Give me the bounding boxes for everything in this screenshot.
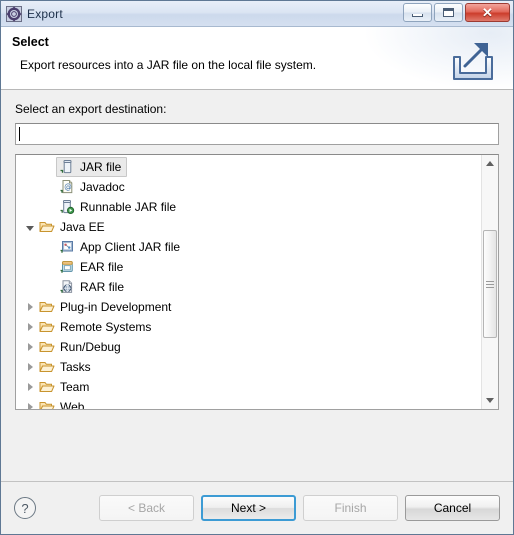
close-button[interactable]: ✕ xyxy=(465,3,510,22)
tree-row-content[interactable]: @ Javadoc xyxy=(56,177,131,197)
window-title: Export xyxy=(27,6,63,21)
tree-row-content[interactable]: Run/Debug xyxy=(36,337,127,357)
tree-row-content[interactable]: Web xyxy=(36,397,90,409)
tree-row[interactable]: EAR file xyxy=(16,257,481,277)
svg-text:@: @ xyxy=(64,182,72,191)
tree-row-label: JAR file xyxy=(80,160,122,174)
export-banner-icon xyxy=(447,35,499,83)
export-destination-filter[interactable] xyxy=(15,123,499,145)
tree-row-label: Plug-in Development xyxy=(60,300,172,314)
wizard-footer: ? < Back Next > Finish Cancel xyxy=(1,481,513,534)
jar-file-icon xyxy=(59,159,75,175)
tree-row-content[interactable]: Remote Systems xyxy=(36,317,157,337)
tree-row-label: App Client JAR file xyxy=(80,240,181,254)
tree-row[interactable]: Team xyxy=(16,377,481,397)
scrollbar-thumb[interactable] xyxy=(483,230,497,338)
tree-row[interactable]: App Client JAR file xyxy=(16,237,481,257)
tree-row[interactable]: Web xyxy=(16,397,481,409)
tree-row[interactable]: Tasks xyxy=(16,357,481,377)
tree-row-label: Java EE xyxy=(60,220,105,234)
wizard-buttons: < Back Next > Finish Cancel xyxy=(99,495,500,521)
tree-row-content[interactable]: EAR file xyxy=(56,257,129,277)
tree-row-selected[interactable]: JAR file xyxy=(56,157,128,177)
tree-row-label: RAR file xyxy=(80,280,125,294)
tree-row-content[interactable]: Runnable JAR file xyxy=(56,197,182,217)
maximize-button[interactable] xyxy=(434,3,463,22)
minimize-icon xyxy=(412,13,423,17)
scrollbar-track[interactable] xyxy=(482,172,498,392)
tree-row[interactable]: Run/Debug xyxy=(16,337,481,357)
folder-open-icon xyxy=(39,299,55,315)
runnable-jar-icon xyxy=(59,199,75,215)
finish-button: Finish xyxy=(303,495,398,521)
scroll-down-button[interactable] xyxy=(482,392,498,409)
scroll-up-button[interactable] xyxy=(482,155,498,172)
next-button[interactable]: Next > xyxy=(201,495,296,521)
tree-row-content[interactable]: App Client JAR file xyxy=(56,237,186,257)
text-caret xyxy=(19,127,20,141)
title-bar[interactable]: Export ✕ xyxy=(1,1,513,27)
tree-row-label: Runnable JAR file xyxy=(80,200,177,214)
tree-row[interactable]: @ Javadoc xyxy=(16,177,481,197)
help-icon[interactable]: ? xyxy=(14,497,36,519)
scroll-up-arrow xyxy=(486,161,494,166)
scrollbar-grip-icon xyxy=(486,279,494,290)
page-title: Select xyxy=(12,35,49,49)
minimize-button[interactable] xyxy=(403,3,432,22)
folder-open-icon xyxy=(39,339,55,355)
javadoc-icon: @ xyxy=(59,179,75,195)
app-client-jar-icon xyxy=(59,239,75,255)
tree-row[interactable]: JAR file xyxy=(16,157,481,177)
tree-row[interactable]: Plug-in Development xyxy=(16,297,481,317)
tree-row-label: Remote Systems xyxy=(60,320,152,334)
ear-file-icon xyxy=(59,259,75,275)
folder-open-icon xyxy=(39,399,55,409)
rar-file-icon xyxy=(59,279,75,295)
tree-row-content[interactable]: Team xyxy=(36,377,95,397)
folder-open-icon xyxy=(39,219,55,235)
folder-open-icon xyxy=(39,359,55,375)
page-description: Export resources into a JAR file on the … xyxy=(20,58,317,72)
export-wizard-icon xyxy=(6,5,22,22)
cancel-button[interactable]: Cancel xyxy=(405,495,500,521)
destination-label: Select an export destination: xyxy=(15,102,167,116)
wizard-body: Select an export destination: JAR file @ J… xyxy=(1,90,513,481)
folder-open-icon xyxy=(39,379,55,395)
window-controls: ✕ xyxy=(403,3,510,22)
folder-open-icon xyxy=(39,319,55,335)
tree-row[interactable]: RAR file xyxy=(16,277,481,297)
tree-row-content[interactable]: Plug-in Development xyxy=(36,297,177,317)
tree-row-label: Tasks xyxy=(60,360,91,374)
tree-row-label: EAR file xyxy=(80,260,124,274)
close-icon: ✕ xyxy=(482,5,493,20)
tree-row-label: Run/Debug xyxy=(60,340,121,354)
tree-row-content[interactable]: RAR file xyxy=(56,277,130,297)
wizard-header: Select Export resources into a JAR file … xyxy=(1,27,513,90)
scroll-down-arrow xyxy=(486,398,494,403)
tree-row[interactable]: Remote Systems xyxy=(16,317,481,337)
tree-row-label: Team xyxy=(60,380,90,394)
tree-row-label: Web xyxy=(60,400,85,409)
tree-vertical-scrollbar[interactable] xyxy=(481,155,498,409)
tree-row[interactable]: Java EE xyxy=(16,217,481,237)
tree-row-content[interactable]: Java EE xyxy=(36,217,111,237)
tree-rows: JAR file @ Javadoc Runnable JAR file Java EE… xyxy=(16,155,481,409)
tree-row-label: Javadoc xyxy=(80,180,125,194)
export-destination-tree[interactable]: JAR file @ Javadoc Runnable JAR file Java EE… xyxy=(15,154,499,410)
export-dialog-window: Export ✕ Select Export resources into a … xyxy=(0,0,514,535)
tree-row-content[interactable]: Tasks xyxy=(36,357,97,377)
back-button: < Back xyxy=(99,495,194,521)
tree-row[interactable]: Runnable JAR file xyxy=(16,197,481,217)
maximize-icon xyxy=(443,8,454,17)
